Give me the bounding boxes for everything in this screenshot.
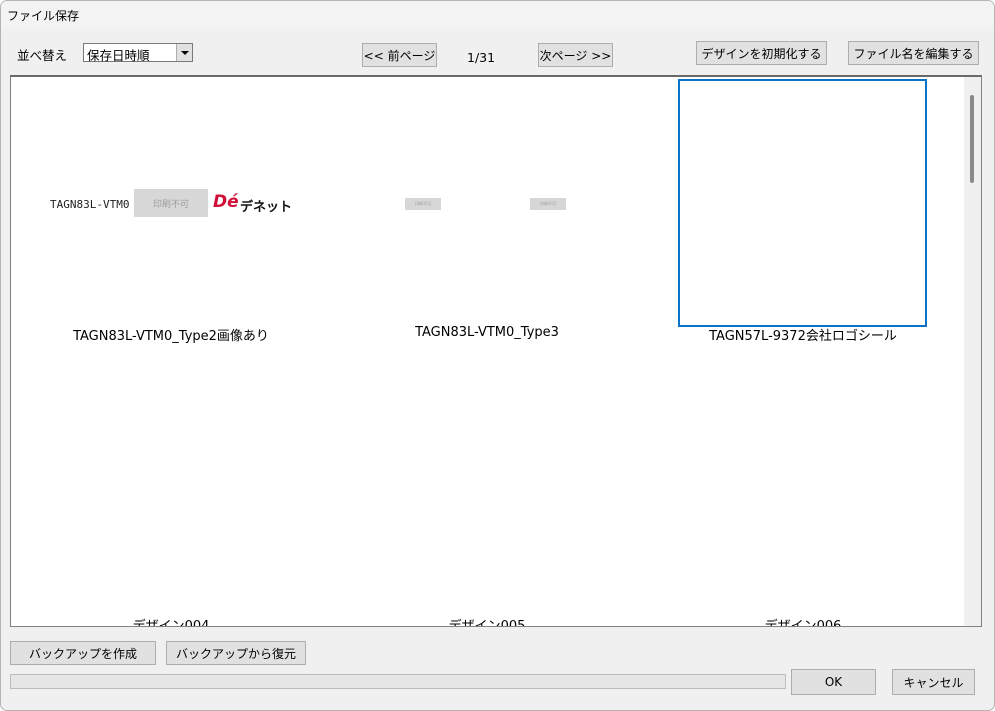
design-label: デザイン006 — [764, 619, 842, 627]
cancel-button[interactable]: キャンセル — [892, 669, 975, 695]
page-indicator: 1/31 — [467, 50, 496, 65]
progress-bar — [10, 674, 786, 689]
restore-backup-button[interactable]: バックアップから復元 — [166, 641, 306, 665]
denet-logo-mark: Dé — [213, 192, 239, 212]
sort-label: 並べ替え — [17, 48, 68, 63]
sort-select-value: 保存日時順 — [87, 48, 150, 63]
ok-button[interactable]: OK — [791, 669, 876, 695]
design-label: デザイン005 — [448, 619, 526, 627]
create-backup-button[interactable]: バックアップを作成 — [10, 641, 156, 665]
design-label: TAGN83L-VTM0_Type3 — [415, 325, 559, 340]
design-card[interactable]: デザイン004 — [13, 368, 329, 627]
file-save-window: ファイル保存 並べ替え 保存日時順 << 前ページ 1/31 次ページ >> デ… — [0, 0, 995, 711]
window-title: ファイル保存 — [7, 9, 80, 23]
vertical-scrollbar[interactable] — [964, 77, 981, 626]
design-card[interactable]: 印刷不可 印刷不可 TAGN83L-VTM0_Type3 — [329, 78, 645, 358]
design-label: TAGN83L-VTM0_Type2画像あり — [73, 329, 269, 344]
scrollbar-thumb[interactable] — [970, 95, 974, 183]
preview-placeholder-box: 印刷不可 — [405, 198, 441, 210]
preview-placeholder-box: 印刷不可 — [530, 198, 566, 210]
chevron-down-icon[interactable] — [176, 44, 192, 61]
design-card[interactable]: デザイン006 — [645, 368, 961, 627]
design-card[interactable]: デザイン005 — [329, 368, 645, 627]
reset-design-button[interactable]: デザインを初期化する — [696, 41, 827, 65]
selection-frame — [678, 79, 927, 327]
denet-logo-text: デネット — [240, 200, 293, 215]
sort-select[interactable]: 保存日時順 — [83, 43, 193, 63]
design-grid: TAGN83L-VTM0 印刷不可 Dé デネット TAGN83L-VTM0_T… — [10, 75, 982, 627]
design-label: TAGN57L-9372会社ロゴシール — [709, 329, 897, 344]
next-page-button[interactable]: 次ページ >> — [538, 43, 613, 67]
title-bar: ファイル保存 — [1, 1, 994, 29]
edit-filename-button[interactable]: ファイル名を編集する — [848, 41, 979, 65]
prev-page-button[interactable]: << 前ページ — [362, 43, 437, 67]
design-label: デザイン004 — [132, 619, 210, 627]
design-card[interactable]: TAGN83L-VTM0 印刷不可 Dé デネット TAGN83L-VTM0_T… — [13, 78, 329, 358]
design-card-selected[interactable]: TAGN57L-9372会社ロゴシール — [645, 78, 961, 358]
preview-placeholder-box: 印刷不可 — [134, 189, 208, 217]
preview-code-text: TAGN83L-VTM0 — [50, 198, 130, 211]
